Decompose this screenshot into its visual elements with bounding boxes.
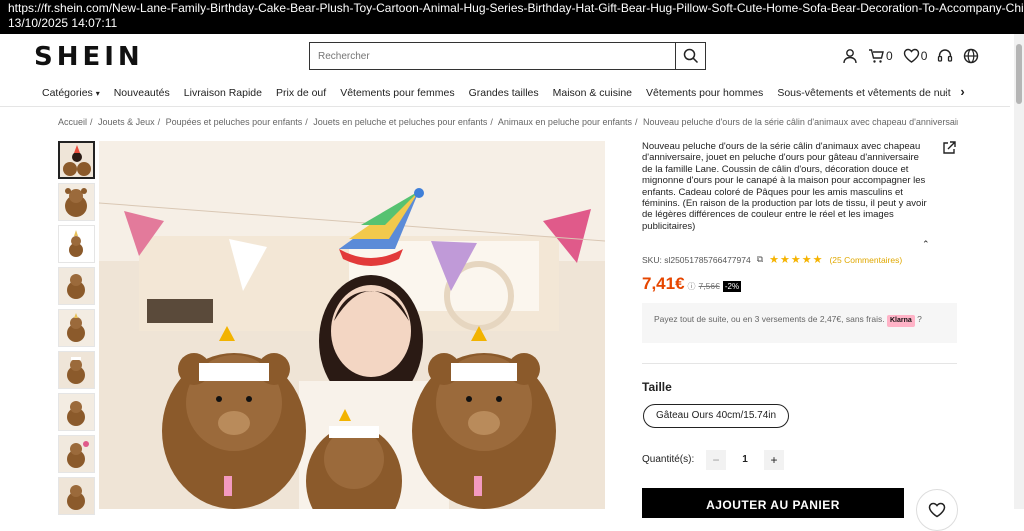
rating-stars: ★★★★★ [769, 254, 824, 266]
collapse-title-button[interactable]: ⌃ [922, 239, 930, 250]
search-box [309, 42, 706, 70]
klarna-badge: Klarna [886, 315, 915, 327]
nav-item-prix-de-ouf[interactable]: Prix de ouf [276, 87, 326, 99]
nav-item-maison-cuisine[interactable]: Maison & cuisine [553, 87, 632, 99]
thumbnail[interactable] [58, 225, 95, 263]
nav-item-grandes-tailles[interactable]: Grandes tailles [469, 87, 539, 99]
divider [642, 363, 957, 364]
decrement-button[interactable]: − [706, 450, 726, 470]
thumbnail[interactable] [58, 141, 95, 179]
cart-icon [869, 49, 884, 63]
breadcrumb-item[interactable]: Jouets & Jeux [98, 117, 155, 127]
globe-icon [964, 48, 979, 64]
thumbnail[interactable] [58, 351, 95, 389]
copy-icon[interactable]: ⧉ [757, 254, 763, 265]
add-to-cart-button[interactable]: AJOUTER AU PANIER [642, 488, 904, 518]
chevron-left-icon[interactable]: ‹ [944, 84, 948, 99]
category-nav: Catégories ▾ Nouveautés Livraison Rapide… [0, 79, 1010, 107]
sku-rating-row: SKU: sl2505178576​6477974 ⧉ ★★★★★ (25 Co… [642, 253, 962, 266]
price-row: 7,41€ ⓘ 7,56€ -2% [642, 274, 742, 294]
quantity-stepper: − 1 + [706, 450, 784, 470]
chevron-up-icon: ⌃ [922, 239, 930, 249]
wishlist-count: 0 [920, 49, 928, 63]
nav-item-vetements-hommes[interactable]: Vêtements pour hommes [646, 87, 763, 99]
breadcrumb-item[interactable]: Accueil [58, 117, 87, 127]
screenshot-timestamp: 13/10/2025 14:07:11 [8, 16, 118, 30]
increment-button[interactable]: + [764, 450, 784, 470]
nav-item-sous-vetements[interactable]: Sous-vêtements et vêtements de nuit [777, 87, 950, 99]
product-info-panel: Nouveau peluche d'ours de la série câlin… [642, 141, 962, 531]
support-button[interactable] [937, 48, 953, 64]
share-button[interactable] [942, 141, 956, 160]
quantity-value[interactable]: 1 [726, 450, 764, 470]
help-icon[interactable]: ? [917, 313, 922, 325]
search-icon [683, 48, 698, 64]
account-button[interactable] [842, 48, 858, 64]
browser-address-bar[interactable]: https://fr.shein.com/New-Lane-Family-Bir… [0, 0, 1024, 34]
chevron-right-icon[interactable]: › [960, 84, 964, 99]
thumbnail[interactable] [58, 183, 95, 221]
info-icon[interactable]: ⓘ [688, 281, 696, 292]
klarna-installments: Payez tout de suite, ou en 3 versements … [642, 303, 957, 343]
user-icon [843, 49, 857, 64]
quantity-label: Quantité(s): [642, 454, 695, 465]
search-input[interactable] [310, 43, 676, 69]
breadcrumb-item[interactable]: Animaux en peluche pour enfants [498, 117, 632, 127]
size-option-button[interactable]: Gâteau Ours 40cm/15.74in [643, 404, 790, 428]
heart-icon [903, 48, 919, 63]
header-icons: 0 0 [842, 46, 979, 66]
cart-button[interactable]: 0 [868, 48, 893, 64]
product-photo [99, 141, 605, 509]
thumbnail[interactable] [58, 393, 95, 431]
url-text: https://fr.shein.com/New-Lane-Family-Bir… [8, 1, 1024, 15]
shein-logo[interactable]: SHEIN [34, 42, 144, 72]
nav-arrows: ‹ › [944, 84, 965, 99]
external-link-icon [943, 141, 956, 154]
site-header: SHEIN 0 0 [0, 34, 1024, 78]
discount-badge: -2% [722, 281, 742, 292]
thumbnail[interactable] [58, 267, 95, 305]
thumbnail[interactable] [58, 477, 95, 515]
size-label: Taille [642, 380, 672, 394]
search-button[interactable] [675, 43, 705, 69]
current-price: 7,41€ [642, 274, 685, 293]
breadcrumb-item[interactable]: Poupées et peluches pour enfants [166, 117, 303, 127]
wishlist-button[interactable]: 0 [903, 48, 928, 64]
headset-icon [938, 49, 953, 62]
chevron-down-icon: ▾ [95, 89, 100, 98]
klarna-text: Payez tout de suite, ou en 3 versements … [654, 314, 885, 324]
page-scrollbar[interactable] [1014, 34, 1024, 509]
nav-item-nouveautes[interactable]: Nouveautés [114, 87, 170, 99]
thumbnail[interactable] [58, 435, 95, 473]
language-button[interactable] [963, 48, 979, 64]
nav-item-vetements-femmes[interactable]: Vêtements pour femmes [340, 87, 454, 99]
breadcrumb-current: Nouveau peluche d'ours de la série câlin… [643, 117, 958, 127]
nav-item-categories[interactable]: Catégories ▾ [42, 87, 100, 99]
reviews-link[interactable]: (25 Commentaires) [829, 255, 902, 265]
thumbnail-strip [58, 141, 96, 519]
product-main-image[interactable] [99, 141, 605, 509]
scrollbar-thumb[interactable] [1016, 44, 1022, 104]
breadcrumb: Accueil / Jouets & Jeux / Poupées et peluc… [58, 117, 958, 127]
heart-icon [928, 502, 946, 518]
nav-item-livraison-rapide[interactable]: Livraison Rapide [184, 87, 262, 99]
original-price: 7,56€ [698, 281, 720, 291]
cart-count: 0 [886, 49, 893, 63]
add-to-wishlist-button[interactable] [916, 489, 958, 531]
breadcrumb-item[interactable]: Jouets en peluche et peluches pour enfan… [313, 117, 487, 127]
thumbnail[interactable] [58, 309, 95, 347]
sku-text: SKU: sl2505178576​6477974 [642, 254, 751, 265]
nav-item-label: Catégories [42, 87, 93, 99]
product-title: Nouveau peluche d'ours de la série câlin… [642, 141, 927, 232]
